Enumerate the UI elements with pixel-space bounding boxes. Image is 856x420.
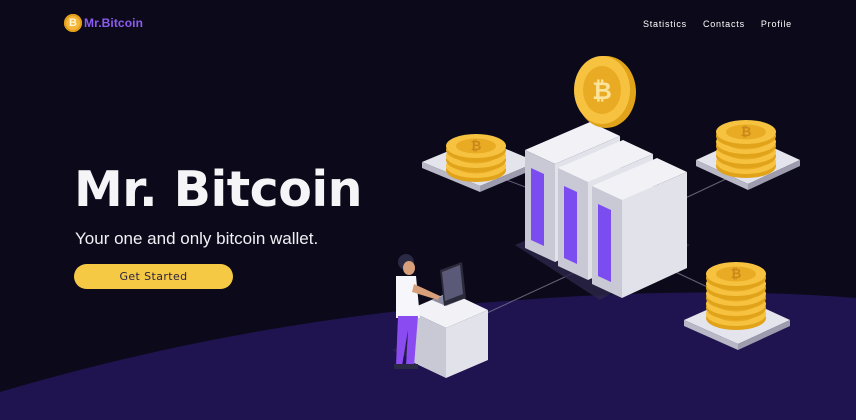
svg-text:₿: ₿ bbox=[471, 139, 482, 154]
main-nav: Statistics Contacts Profile bbox=[643, 19, 792, 29]
server-rack bbox=[515, 122, 690, 300]
brand-name: Mr.Bitcoin bbox=[84, 16, 144, 30]
coin-stack-left: ₿ bbox=[422, 134, 537, 192]
nav-link-contacts[interactable]: Contacts bbox=[703, 19, 745, 29]
nav-link-statistics[interactable]: Statistics bbox=[643, 19, 687, 29]
hero-title: Mr. Bitcoin bbox=[74, 161, 363, 218]
hero-subtitle: Your one and only bitcoin wallet. bbox=[75, 229, 319, 248]
nav-link-profile[interactable]: Profile bbox=[761, 19, 792, 29]
bitcoin-coin-icon: ₿ bbox=[574, 56, 636, 128]
coin-stack-top-right: ₿ bbox=[696, 120, 800, 190]
brand-logo[interactable]: B Mr.Bitcoin bbox=[64, 14, 143, 32]
get-started-button[interactable]: Get Started bbox=[74, 264, 233, 289]
crypto-network-illustration: ₿ ₿ ₿ ₿ bbox=[392, 56, 800, 378]
svg-text:₿: ₿ bbox=[741, 125, 752, 140]
coin-stack-bottom-right: ₿ bbox=[684, 262, 790, 350]
bitcoin-logo-icon: B bbox=[64, 14, 82, 32]
svg-text:₿: ₿ bbox=[731, 267, 742, 282]
svg-text:₿: ₿ bbox=[592, 77, 612, 105]
